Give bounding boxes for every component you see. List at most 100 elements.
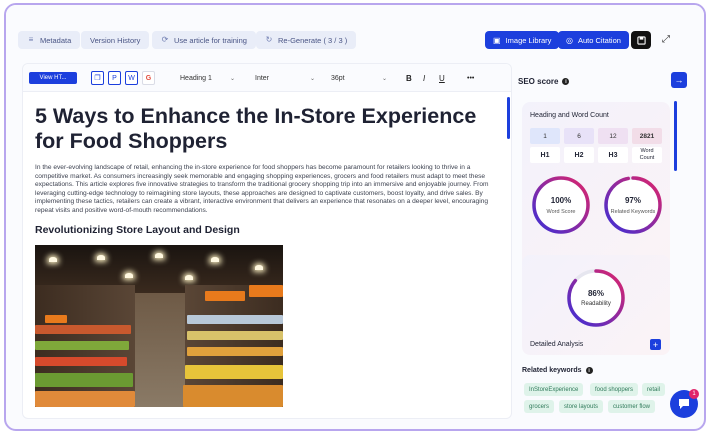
save-button[interactable] — [631, 31, 651, 49]
shelf-sign — [249, 284, 283, 297]
use-article-training-button[interactable]: ⟳ Use article for training — [152, 31, 256, 49]
article-content[interactable]: 5 Ways to Enhance the In-Store Experienc… — [23, 92, 511, 418]
word-score-value: 100% — [550, 196, 572, 205]
keyword-chip[interactable]: InStoreExperience — [524, 383, 584, 396]
word-score-label: Word Score — [546, 209, 576, 215]
related-score-value: 97% — [624, 196, 641, 205]
heading-count-word-count: 2821 — [632, 128, 662, 144]
font-select[interactable]: Inter ⌄ — [255, 72, 315, 84]
image-library-button[interactable]: ▣ Image Library — [485, 31, 560, 49]
regenerate-label: Re-Generate ( 3 / 3 ) — [278, 35, 348, 45]
detailed-analysis-label: Detailed Analysis — [530, 341, 584, 348]
chevron-down-icon: ⌄ — [381, 75, 387, 82]
keyword-chip[interactable]: store layouts — [559, 400, 604, 413]
version-history-label: Version History — [90, 35, 141, 45]
heading-select[interactable]: Heading 1 ⌄ — [180, 72, 235, 84]
version-history-button[interactable]: Version History — [81, 31, 150, 49]
font-select-value: Inter — [255, 74, 270, 82]
keyword-chip[interactable]: customer flow — [608, 400, 656, 413]
seo-panel: SEO score i Heading and Word Count 1 H1 6 H… — [518, 63, 674, 419]
heading-count-h1: 1 — [530, 128, 560, 144]
shelf-sign — [45, 314, 67, 323]
produce-row — [35, 356, 127, 366]
readability-card: 86% Readability Detailed Analysis + — [522, 255, 670, 355]
auto-citation-button[interactable]: ◎ Auto Citation — [558, 31, 629, 49]
size-select[interactable]: 36pt ⌄ — [331, 72, 387, 84]
article-intro[interactable]: In the ever-evolving landscape of retail… — [35, 164, 503, 216]
info-icon[interactable]: i — [585, 367, 593, 374]
ceiling-light — [155, 252, 163, 258]
view-html-button[interactable]: View HT... — [29, 72, 77, 84]
bold-button[interactable]: B — [406, 72, 412, 84]
chat-icon — [679, 399, 689, 409]
related-keywords-ring: 97% Related Keywords — [602, 174, 664, 236]
related-keywords-label: Related keywords — [522, 367, 582, 374]
image-icon: ▣ — [493, 35, 501, 45]
metadata-label: Metadata — [40, 35, 72, 45]
seo-score-title: SEO score i — [518, 77, 570, 86]
section-heading[interactable]: Revolutionizing Store Layout and Design — [35, 224, 497, 236]
size-select-value: 36pt — [331, 74, 345, 82]
ceiling-light — [97, 254, 105, 260]
expand-analysis-button[interactable]: + — [650, 339, 661, 350]
heading-label-h1: H1 — [530, 147, 560, 163]
expand-icon[interactable]: ⤢ — [660, 33, 672, 45]
more-options-button[interactable]: ••• — [467, 72, 474, 84]
word-score-ring: 100% Word Score — [530, 174, 592, 236]
readability-label: Readability — [581, 301, 611, 307]
goods-row — [183, 384, 283, 407]
keyword-chip[interactable]: grocers — [524, 400, 555, 413]
goods-row — [187, 314, 283, 324]
collapse-panel-button[interactable]: → — [671, 72, 687, 88]
readability-value: 86% — [587, 289, 604, 298]
produce-row — [35, 324, 131, 334]
ceiling-light — [185, 274, 193, 280]
shelf-sign — [205, 290, 245, 301]
save-icon — [636, 35, 646, 45]
doc-icon[interactable]: W — [125, 71, 138, 85]
copy-icon[interactable]: ❐ — [91, 71, 104, 85]
metadata-button[interactable]: ≡ Metadata — [18, 31, 81, 49]
chevron-down-icon: ⌄ — [229, 75, 235, 82]
store-aisle — [135, 292, 185, 407]
editor-scrollbar[interactable] — [507, 97, 510, 139]
goods-row — [187, 346, 283, 356]
goods-row — [185, 364, 283, 379]
heading-label-h3: H3 — [598, 147, 628, 163]
article-title[interactable]: 5 Ways to Enhance the In-Store Experienc… — [35, 104, 497, 154]
keyword-chip[interactable]: retail — [642, 383, 666, 396]
app-frame: ≡ Metadata Version History ⟳ Use article… — [4, 3, 706, 431]
seo-scrollbar[interactable] — [674, 101, 677, 171]
heading-label-h2: H2 — [564, 147, 594, 163]
produce-row — [35, 372, 133, 387]
image-library-label: Image Library — [505, 35, 552, 45]
keyword-chip[interactable]: food shoppers — [590, 383, 639, 396]
related-keywords-title: Related keywords i — [522, 367, 593, 374]
seo-score-label: SEO score — [518, 77, 559, 86]
heading-card-title: Heading and Word Count — [530, 112, 609, 119]
goods-row — [187, 330, 283, 340]
underline-button[interactable]: U — [439, 72, 445, 84]
editor-panel: View HT... ❐ P W G Heading 1 ⌄ Inter ⌄ 3… — [22, 63, 512, 419]
regenerate-button[interactable]: ↻ Re-Generate ( 3 / 3 ) — [256, 31, 357, 49]
readability-ring: 86% Readability — [565, 267, 627, 329]
ceiling-light — [125, 272, 133, 278]
notification-badge: 1 — [689, 389, 699, 399]
produce-row — [35, 390, 135, 407]
heading-label-word-count: Word Count — [632, 147, 662, 163]
chevron-down-icon: ⌄ — [309, 75, 315, 82]
training-icon: ⟳ — [161, 35, 169, 44]
ceiling-light — [211, 256, 219, 262]
google-icon[interactable]: G — [142, 71, 155, 85]
heading-select-value: Heading 1 — [180, 74, 212, 82]
pdf-icon[interactable]: P — [108, 71, 121, 85]
use-article-label: Use article for training — [174, 35, 247, 45]
italic-button[interactable]: I — [423, 72, 425, 84]
top-bar: ≡ Metadata Version History ⟳ Use article… — [6, 5, 704, 49]
article-image[interactable] — [35, 244, 283, 407]
citation-icon: ◎ — [566, 35, 573, 45]
info-icon[interactable]: i — [562, 78, 570, 85]
produce-row — [35, 340, 129, 350]
related-score-label: Related Keywords — [610, 209, 656, 215]
ceiling-light — [255, 264, 263, 270]
